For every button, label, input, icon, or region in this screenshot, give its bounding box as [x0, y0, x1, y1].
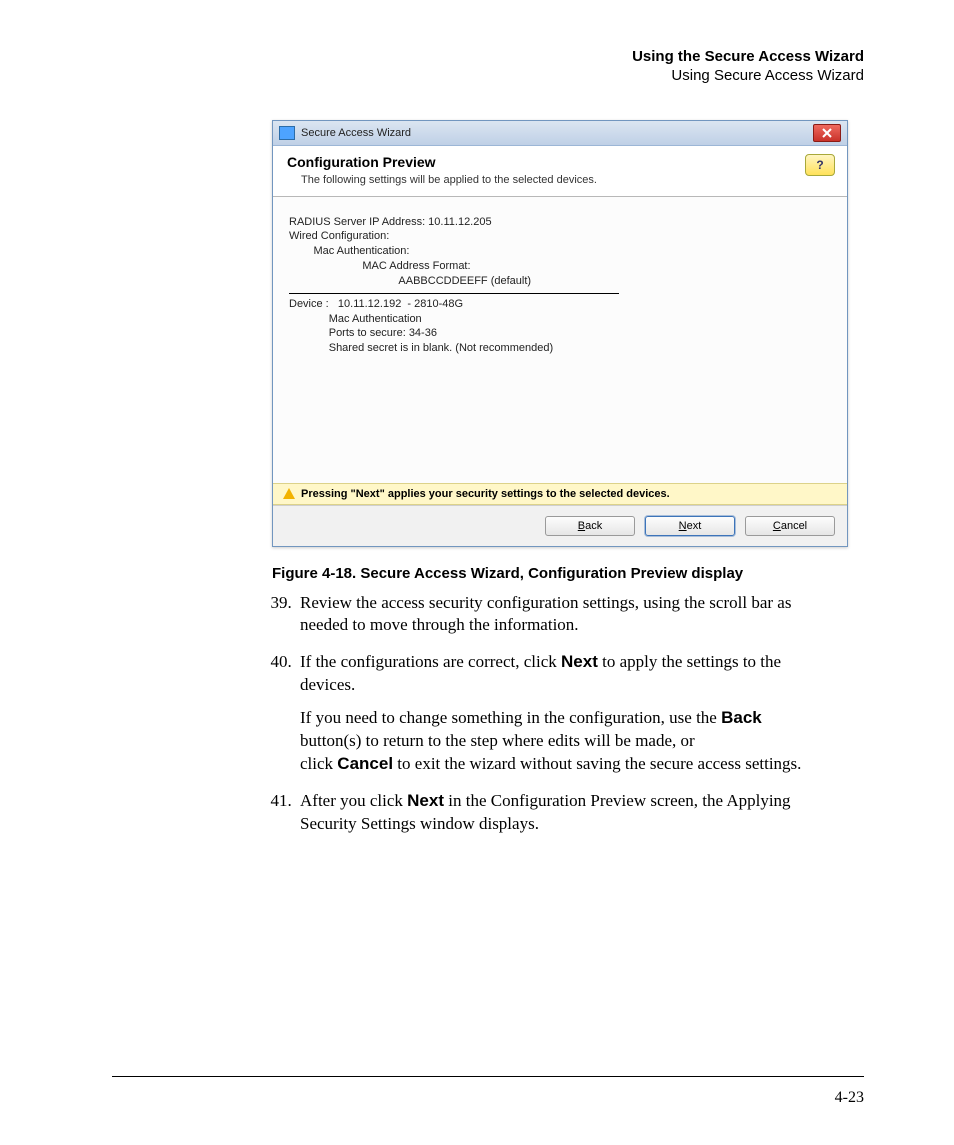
- warning-icon: [283, 488, 295, 499]
- device-line: Shared secret is in blank. (Not recommen…: [289, 341, 831, 356]
- wizard-step-title: Configuration Preview: [287, 154, 833, 170]
- device-line: Ports to secure: 34-36: [289, 326, 831, 341]
- config-line: Mac Authentication:: [289, 244, 831, 259]
- app-icon: [279, 126, 295, 140]
- page-number: 4-23: [835, 1089, 864, 1107]
- close-icon: [822, 128, 832, 138]
- window-title: Secure Access Wizard: [301, 127, 411, 139]
- running-head-title: Using the Secure Access Wizard: [112, 48, 864, 67]
- step-39: Review the access security configuration…: [296, 592, 824, 638]
- next-keyword: Next: [561, 652, 598, 671]
- instruction-list: Review the access security configuration…: [272, 592, 864, 836]
- help-icon: ?: [816, 158, 823, 172]
- wizard-figure: Secure Access Wizard Configuration Previ…: [272, 120, 848, 547]
- back-keyword: Back: [721, 708, 762, 727]
- config-line: Wired Configuration:: [289, 229, 831, 244]
- wizard-body: RADIUS Server IP Address: 10.11.12.205 W…: [273, 197, 847, 483]
- device-line: Device : 10.11.12.192 - 2810-48G: [289, 297, 831, 312]
- config-line: MAC Address Format:: [289, 259, 831, 274]
- back-button[interactable]: Back: [545, 516, 635, 536]
- wizard-step-subtitle: The following settings will be applied t…: [301, 174, 833, 186]
- device-line: Mac Authentication: [289, 312, 831, 327]
- separator: [289, 293, 619, 294]
- running-head: Using the Secure Access Wizard Using Sec…: [112, 48, 864, 86]
- cancel-keyword: Cancel: [337, 754, 393, 773]
- wizard-header: Configuration Preview The following sett…: [273, 146, 847, 197]
- wizard-titlebar: Secure Access Wizard: [273, 121, 847, 146]
- close-button[interactable]: [813, 124, 841, 142]
- config-line: RADIUS Server IP Address: 10.11.12.205: [289, 215, 831, 230]
- cancel-button[interactable]: Cancel: [745, 516, 835, 536]
- figure-caption: Figure 4-18. Secure Access Wizard, Confi…: [272, 565, 864, 582]
- running-head-subtitle: Using Secure Access Wizard: [112, 67, 864, 86]
- wizard-button-bar: Back Next Cancel: [273, 505, 847, 546]
- next-keyword: Next: [407, 791, 444, 810]
- info-message: Pressing "Next" applies your security se…: [301, 488, 670, 500]
- config-line: AABBCCDDEEFF (default): [289, 274, 831, 289]
- footer-rule: [112, 1076, 864, 1077]
- next-button[interactable]: Next: [645, 516, 735, 536]
- help-button[interactable]: ?: [805, 154, 835, 176]
- step-40: If the configurations are correct, click…: [296, 651, 824, 776]
- info-bar: Pressing "Next" applies your security se…: [273, 483, 847, 505]
- wizard-window: Secure Access Wizard Configuration Previ…: [272, 120, 848, 547]
- step-41: After you click Next in the Configuratio…: [296, 790, 824, 836]
